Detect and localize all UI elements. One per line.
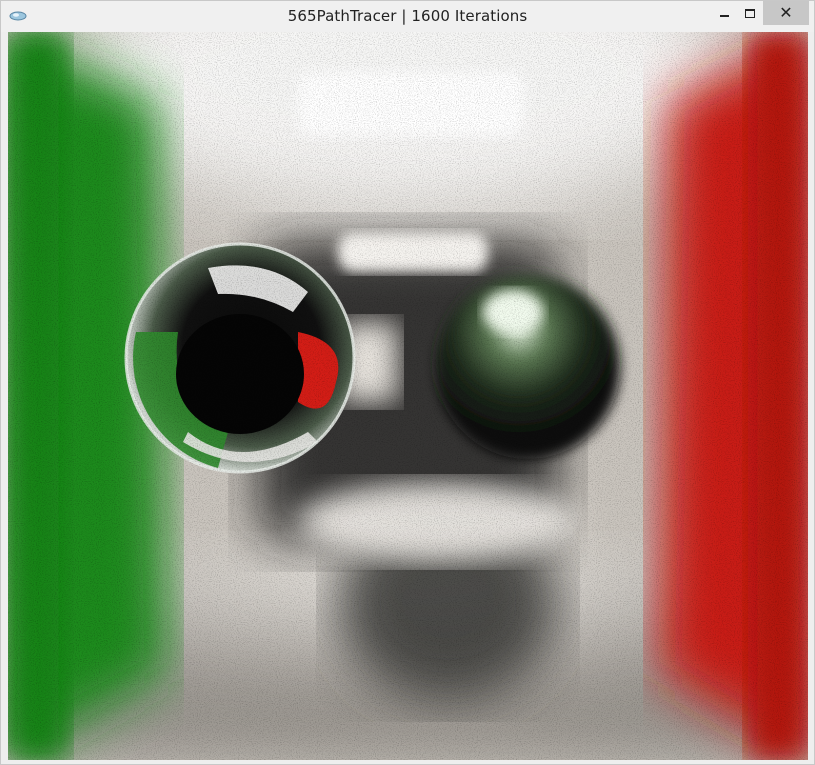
path-traced-render xyxy=(8,32,808,760)
title-bar[interactable]: 565PathTracer | 1600 Iterations ✕ xyxy=(1,1,814,32)
render-noise xyxy=(8,32,808,760)
maximize-button[interactable] xyxy=(735,1,765,25)
render-viewport[interactable] xyxy=(8,32,808,760)
maximize-icon xyxy=(745,8,755,18)
close-icon: ✕ xyxy=(779,3,793,22)
minimize-icon xyxy=(719,15,729,17)
app-window: 565PathTracer | 1600 Iterations ✕ xyxy=(0,0,815,765)
close-button[interactable]: ✕ xyxy=(763,1,809,25)
window-title: 565PathTracer | 1600 Iterations xyxy=(287,7,528,25)
